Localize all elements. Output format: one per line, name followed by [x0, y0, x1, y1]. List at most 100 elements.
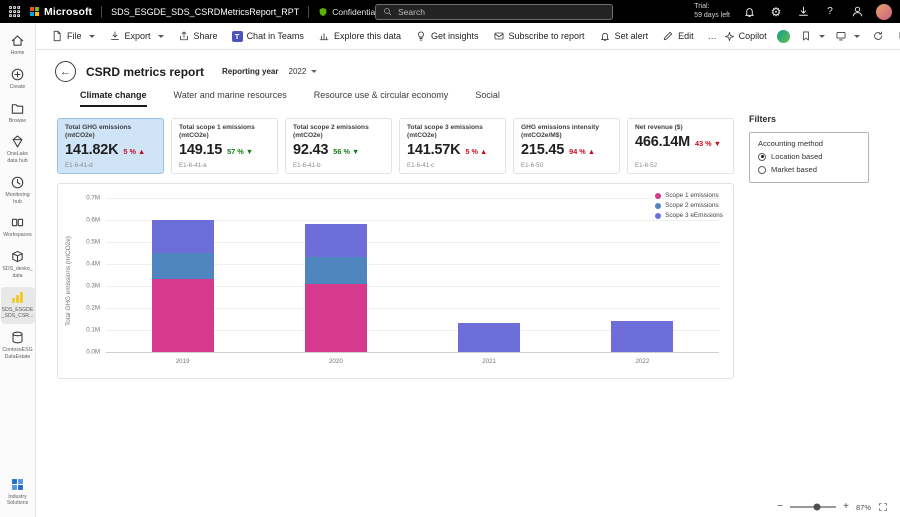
gear-icon: ⚙ — [770, 4, 782, 19]
toolbar-export-menu[interactable]: Export — [102, 23, 171, 49]
gridline — [106, 198, 719, 199]
toolbar-item-label: File — [67, 31, 82, 41]
kpi-card-ghg-intensity[interactable]: GHG emissions intensity (mtCO2e/M$) 215.… — [513, 118, 620, 174]
zoom-in-button[interactable]: + — [843, 502, 849, 512]
bar-segment-scope-3-eemissions-2021[interactable] — [458, 323, 521, 352]
radio-label: Location based — [771, 152, 823, 161]
reporting-year-dropdown[interactable]: 2022 — [289, 67, 318, 76]
sidebar-item-label: Monitoring hub — [5, 191, 30, 205]
shield-icon — [319, 7, 327, 16]
feedback-button[interactable] — [849, 4, 865, 20]
radio-button[interactable] — [758, 152, 766, 161]
copilot-button[interactable]: Copilot — [724, 31, 767, 42]
toolbar-more-options-button[interactable]: … — [701, 23, 724, 49]
filters-heading: Filters — [749, 114, 777, 124]
sidebar-item-monitoring-hub[interactable]: Monitoring hub — [1, 172, 35, 210]
sidebar-item-contoso-esg-dataestate[interactable]: ContosoESG DataEstate — [1, 327, 35, 365]
trend-arrow-icon: ▲ — [138, 147, 146, 157]
legend-item[interactable]: Scope 1 emissions — [655, 192, 723, 199]
radio-button[interactable] — [758, 165, 766, 174]
sidebar-item-browse[interactable]: Browse — [1, 98, 35, 129]
sidebar-item-sds-devko-data[interactable]: SDS_devko_ data — [1, 246, 35, 284]
toolbar-file-menu[interactable]: File — [44, 23, 102, 49]
sidebar-item-label: ContosoESG DataEstate — [2, 347, 33, 360]
toolbar-subscribe-button[interactable]: Subscribe to report — [486, 23, 592, 49]
sidebar-item-industry-solutions[interactable]: Industry Solutions — [1, 474, 35, 512]
toolbar-edit-button[interactable]: Edit — [655, 23, 701, 49]
comments-button[interactable] — [896, 28, 900, 44]
sidebar-item-home[interactable]: Home — [1, 30, 35, 61]
refresh-button[interactable] — [870, 28, 886, 44]
kpi-code: E1-6-52 — [635, 162, 658, 169]
copilot-badge-icon[interactable] — [776, 29, 790, 43]
legend-dot-icon — [655, 202, 662, 209]
settings-button[interactable]: ⚙ — [768, 4, 784, 20]
sidebar-item-create[interactable]: Create — [1, 64, 35, 95]
reporting-year-label: Reporting year — [222, 67, 279, 76]
user-avatar[interactable] — [876, 3, 892, 20]
toolbar-share-button[interactable]: Share — [171, 23, 225, 49]
chevron-down-icon — [88, 34, 95, 38]
help-button[interactable]: ? — [822, 4, 838, 20]
fit-to-page-icon[interactable] — [878, 502, 888, 512]
kpi-card-scope1-emissions[interactable]: Total scope 1 emissions (mtCO2e) 149.15 … — [171, 118, 278, 174]
toolbar-explore-data-button[interactable]: Explore this data — [311, 23, 408, 49]
kpi-card-scope2-emissions[interactable]: Total scope 2 emissions (mtCO2e) 92.43 5… — [285, 118, 392, 174]
workspaces-icon — [11, 219, 24, 227]
bar-segment-scope-2-emissions-2020[interactable] — [304, 257, 367, 284]
filters-panel: Filters Accounting method Location based… — [749, 114, 894, 183]
app-launcher-button[interactable] — [0, 0, 28, 23]
x-tick-label: 2019 — [175, 358, 190, 365]
zoom-slider-handle[interactable] — [813, 503, 821, 511]
trend-arrow-icon: ▼ — [351, 147, 360, 157]
legend-item[interactable]: Scope 3 eEmissions — [655, 212, 723, 219]
trial-status: Trial: 59 days left — [694, 2, 730, 19]
file-icon — [53, 30, 61, 42]
toolbar-chat-in-teams-button[interactable]: T Chat in Teams — [225, 23, 311, 49]
filter-option-1[interactable]: Market based — [758, 165, 860, 174]
zoom-out-button[interactable]: − — [777, 502, 783, 512]
tab-water-marine[interactable]: Water and marine resources — [174, 90, 287, 107]
toolbar-get-insights-button[interactable]: Get insights — [408, 23, 486, 49]
sidebar-item-workspaces[interactable]: Workspaces — [1, 212, 35, 243]
bar-segment-scope-3-eemissions-2019[interactable] — [151, 220, 214, 253]
alert-bell-icon — [600, 32, 609, 41]
sidebar-item-sds-esgde-report[interactable]: SDS_ESGDE _SDS_CSR... — [0, 286, 35, 324]
kpi-code: E1-6-41-b — [293, 162, 321, 169]
back-button[interactable]: ← — [55, 61, 76, 82]
tab-social[interactable]: Social — [475, 90, 500, 107]
bar-segment-scope-3-eemissions-2020[interactable] — [304, 224, 367, 258]
trend-arrow-icon: ▼ — [713, 139, 721, 149]
bar-segment-scope-1-emissions-2019[interactable] — [151, 279, 214, 352]
bar-segment-scope-1-emissions-2020[interactable] — [304, 283, 367, 352]
tab-climate-change[interactable]: Climate change — [80, 90, 147, 107]
bookmarks-dropdown[interactable] — [800, 30, 825, 42]
chevron-down-icon — [157, 34, 164, 38]
clock-icon — [11, 176, 24, 189]
bookmark-icon — [802, 31, 809, 41]
sidebar-item-onelake-data-hub[interactable]: OneLake data hub — [1, 131, 35, 169]
kpi-title: Total scope 3 emissions (mtCO2e) — [407, 124, 483, 140]
kpi-card-scope3-emissions[interactable]: Total scope 3 emissions (mtCO2e) 141.57K… — [399, 118, 506, 174]
kpi-value: 141.82K — [65, 142, 119, 159]
sidebar-item-label: OneLake data hub — [6, 151, 29, 164]
help-icon: ? — [827, 5, 833, 17]
bar-chart-icon — [319, 33, 329, 41]
sidebar-item-label: Workspaces — [3, 232, 32, 239]
bar-segment-scope-3-eemissions-2022[interactable] — [611, 321, 674, 352]
zoom-slider[interactable] — [790, 503, 837, 511]
home-icon — [11, 35, 24, 46]
ghg-emissions-stacked-bar-chart[interactable]: Total GHG emissions (mtCO2e) 0.0M 0.1M 0.2… — [57, 183, 734, 379]
kpi-card-total-ghg-emissions[interactable]: Total GHG emissions (mtCO2e) 141.82K 5 %… — [57, 118, 164, 174]
kpi-card-net-revenue[interactable]: Net revenue ($) 466.14M 43 % ▼ E1-6-52 — [627, 118, 734, 174]
legend-item[interactable]: Scope 2 emissions — [655, 202, 723, 209]
view-dropdown[interactable] — [835, 30, 860, 42]
tab-resource-use[interactable]: Resource use & circular economy — [314, 90, 449, 107]
sidebar-item-label: Browse — [8, 117, 27, 124]
toolbar-set-alert-button[interactable]: Set alert — [592, 23, 656, 49]
downloads-button[interactable] — [795, 4, 811, 20]
search-input[interactable]: Search — [375, 3, 613, 20]
bar-segment-scope-2-emissions-2019[interactable] — [151, 253, 214, 280]
notifications-button[interactable] — [741, 4, 757, 20]
filter-option-0[interactable]: Location based — [758, 152, 860, 161]
